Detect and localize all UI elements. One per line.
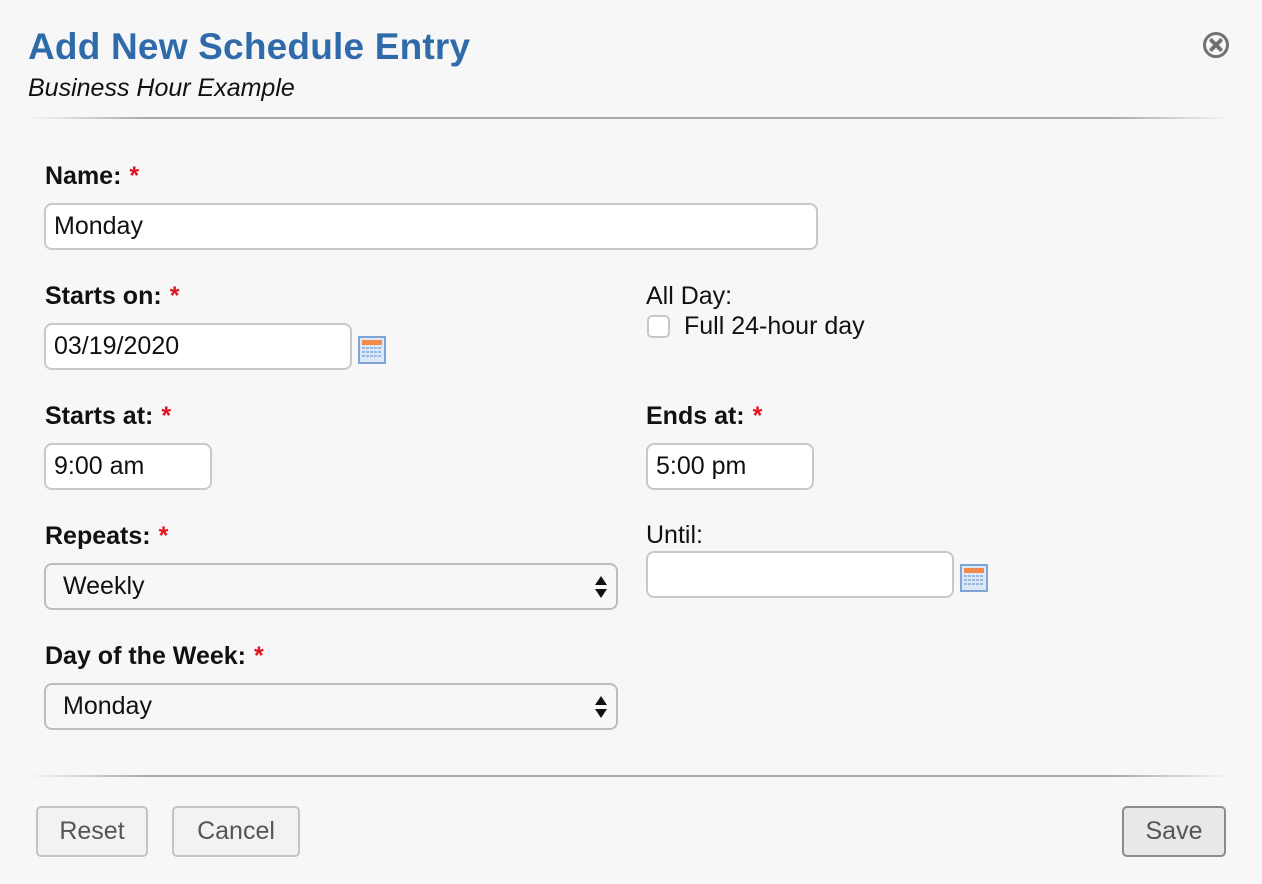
ends-at-input[interactable] — [646, 443, 814, 490]
ends-at-label: Ends at: * — [646, 402, 762, 431]
until-label: Until: — [646, 521, 703, 549]
name-label: Name: * — [45, 162, 139, 191]
select-arrows-icon — [595, 696, 607, 718]
required-marker: * — [129, 162, 140, 190]
close-circle-icon — [1203, 32, 1229, 58]
dialog-subtitle: Business Hour Example — [28, 74, 295, 102]
required-marker: * — [752, 402, 763, 430]
name-input[interactable] — [44, 203, 818, 250]
required-marker: * — [158, 522, 169, 550]
dialog-title: Add New Schedule Entry — [28, 26, 471, 67]
repeats-select[interactable]: Weekly — [44, 563, 618, 610]
save-button[interactable]: Save — [1122, 806, 1226, 857]
required-marker: * — [253, 642, 264, 670]
required-marker: * — [169, 282, 180, 310]
cancel-button[interactable]: Cancel — [172, 806, 300, 857]
reset-button[interactable]: Reset — [36, 806, 148, 857]
name-label-text: Name: — [45, 162, 122, 190]
repeats-label-text: Repeats: — [45, 522, 151, 550]
starts-at-label-text: Starts at: — [45, 402, 154, 430]
header-divider — [28, 117, 1232, 119]
repeats-label: Repeats: * — [45, 522, 168, 551]
all-day-label: All Day: — [646, 282, 733, 310]
all-day-checkbox-label[interactable]: Full 24-hour day — [684, 312, 865, 341]
calendar-icon — [960, 564, 988, 592]
repeats-selected-value: Weekly — [63, 572, 145, 600]
ends-at-label-text: Ends at: — [646, 402, 745, 430]
day-of-week-label: Day of the Week: * — [45, 642, 264, 671]
until-input[interactable] — [646, 551, 954, 598]
starts-at-input[interactable] — [44, 443, 212, 490]
starts-at-label: Starts at: * — [45, 402, 171, 431]
day-of-week-label-text: Day of the Week: — [45, 642, 246, 670]
footer-divider — [28, 775, 1232, 777]
required-marker: * — [161, 402, 172, 430]
select-arrows-icon — [595, 576, 607, 598]
starts-on-calendar-button[interactable] — [358, 336, 386, 364]
starts-on-label: Starts on: * — [45, 282, 179, 311]
day-of-week-selected-value: Monday — [63, 692, 152, 720]
starts-on-label-text: Starts on: — [45, 282, 162, 310]
all-day-checkbox[interactable] — [647, 315, 670, 338]
day-of-week-select[interactable]: Monday — [44, 683, 618, 730]
until-calendar-button[interactable] — [960, 564, 988, 592]
close-button[interactable] — [1202, 31, 1230, 59]
starts-on-input[interactable] — [44, 323, 352, 370]
calendar-icon — [358, 336, 386, 364]
